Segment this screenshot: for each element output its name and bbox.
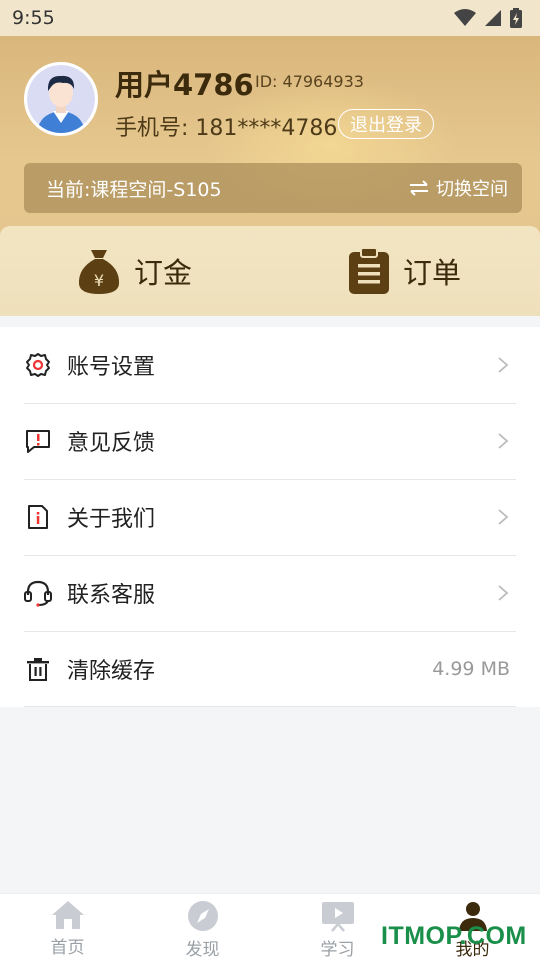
watermark: ITMOP.COM <box>381 922 527 950</box>
feedback-icon <box>24 427 52 455</box>
chevron-right-icon <box>498 585 509 601</box>
quick-actions: ¥ 订金 订单 <box>0 226 540 316</box>
svg-text:¥: ¥ <box>94 271 104 290</box>
chevron-right-icon <box>498 357 509 373</box>
username: 用户4786 <box>115 68 254 102</box>
chevron-right-icon <box>498 433 509 449</box>
phone-number: 手机号: 181****4786 <box>115 116 338 141</box>
menu-item-label: 账号设置 <box>67 355 156 380</box>
menu-item-clear-cache[interactable]: 清除缓存 4.99 MB <box>0 631 540 707</box>
home-icon <box>51 901 84 929</box>
menu-item-contact-support[interactable]: 联系客服 <box>0 555 540 631</box>
swap-arrows-icon <box>410 180 428 196</box>
trash-icon <box>24 655 52 683</box>
clipboard-icon <box>348 248 389 294</box>
gear-icon <box>24 351 52 379</box>
compass-icon <box>187 901 218 931</box>
info-doc-icon <box>24 503 52 531</box>
switch-space-label: 切换空间 <box>436 179 508 200</box>
orders-action[interactable]: 订单 <box>270 226 540 316</box>
tab-discover[interactable]: 发现 <box>135 894 270 960</box>
status-icons <box>454 8 522 28</box>
cache-size: 4.99 MB <box>432 658 510 680</box>
switch-space-button[interactable]: 切换空间 <box>408 175 508 201</box>
wifi-icon <box>454 9 476 26</box>
avatar[interactable] <box>24 62 98 136</box>
user-id: ID: 47964933 <box>255 72 364 91</box>
tab-label: 发现 <box>185 940 220 960</box>
signal-icon <box>485 10 501 26</box>
current-space-bar[interactable]: 当前:课程空间-S105 切换空间 <box>24 163 522 213</box>
money-bag-icon: ¥ <box>78 250 120 294</box>
tab-home[interactable]: 首页 <box>0 894 135 960</box>
menu-item-label: 联系客服 <box>67 583 156 608</box>
menu-item-label: 意见反馈 <box>67 431 156 456</box>
deposit-action[interactable]: ¥ 订金 <box>0 226 270 316</box>
logout-button[interactable]: 退出登录 <box>338 109 434 139</box>
menu-item-label: 清除缓存 <box>67 659 156 684</box>
tab-label: 学习 <box>320 940 355 960</box>
tab-label: 首页 <box>50 938 85 958</box>
menu-item-account-settings[interactable]: 账号设置 <box>0 327 540 403</box>
orders-label: 订单 <box>402 256 461 290</box>
menu-item-about-us[interactable]: 关于我们 <box>0 479 540 555</box>
battery-icon <box>510 8 522 28</box>
status-time: 9:55 <box>12 7 55 29</box>
chevron-right-icon <box>498 509 509 525</box>
play-board-icon <box>321 902 354 932</box>
menu-item-label: 关于我们 <box>67 507 156 532</box>
headset-icon <box>24 579 52 607</box>
avatar-illustration-icon <box>27 65 95 133</box>
current-space-label: 当前:课程空间-S105 <box>46 178 222 201</box>
deposit-label: 订金 <box>133 256 192 290</box>
menu-item-feedback[interactable]: 意见反馈 <box>0 403 540 479</box>
settings-menu: 账号设置 意见反馈 关于我们 联系客服 清除缓存 4.99 MB <box>0 327 540 707</box>
status-bar: 9:55 <box>0 0 540 36</box>
